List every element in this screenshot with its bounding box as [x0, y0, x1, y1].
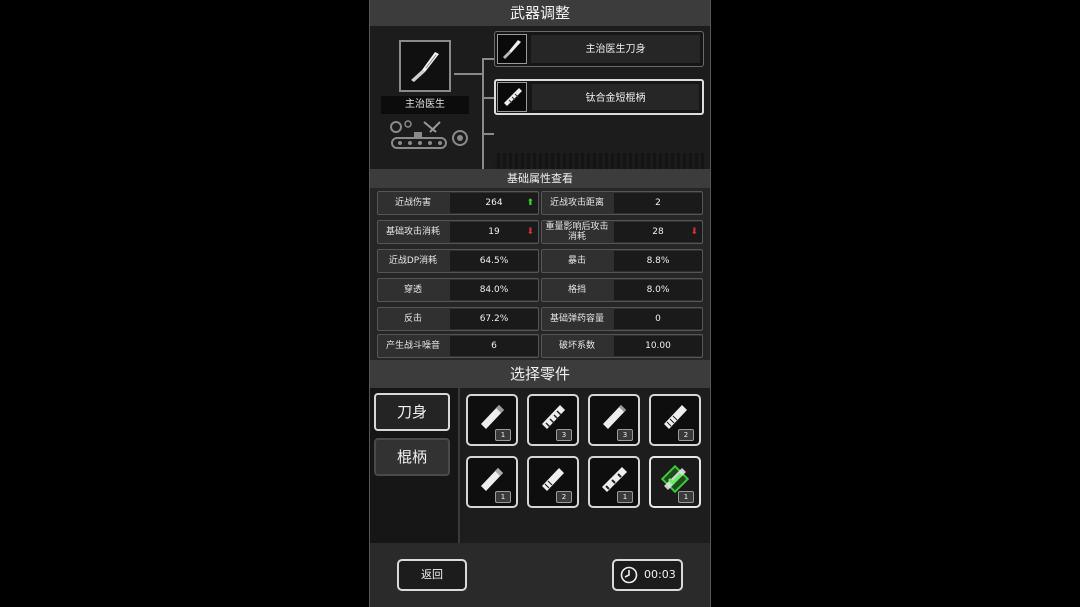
clock-icon: [620, 566, 638, 584]
stat-name: 基础弹药容量: [549, 314, 604, 324]
part-option[interactable]: 2: [649, 394, 701, 446]
part-count-badge: 1: [678, 491, 694, 503]
handle-icon: [497, 82, 527, 112]
part-option[interactable]: 3: [527, 394, 579, 446]
stat-cell: 穿透 84.0%: [377, 278, 539, 302]
stat-cell: 基础弹药容量 0: [541, 307, 703, 331]
stat-value: 64.5%: [450, 251, 538, 271]
part-count-badge: 1: [495, 491, 511, 503]
stat-name: 反击: [403, 314, 422, 324]
stat-name: 基础攻击消耗: [385, 227, 440, 237]
select-parts-title: 选择零件: [370, 360, 710, 389]
weapon-adjust-panel: 武器调整 主治医生 主治医生刀身 钛合金短棍柄 基础属性查看 近战伤害 264 …: [369, 0, 711, 607]
part-slot-label: 主治医生刀身: [531, 35, 700, 63]
stat-value: 0: [614, 309, 702, 329]
arrow-down-icon: ⬇: [526, 227, 534, 237]
part-option[interactable]: 2: [527, 456, 579, 508]
part-count-badge: 3: [617, 429, 633, 441]
scalpel-icon: [399, 40, 451, 92]
part-option[interactable]: 1: [466, 394, 518, 446]
weapon-overview: 主治医生 主治医生刀身 钛合金短棍柄: [370, 26, 710, 189]
stat-name: 近战攻击距离: [549, 198, 604, 208]
stat-value: 19 ⬇: [450, 222, 538, 242]
stat-cell: 破坏系数 10.00: [541, 334, 703, 358]
stat-value: 2: [614, 193, 702, 213]
part-slot-label: 钛合金短棍柄: [532, 84, 699, 110]
stat-cell: 重量影响后攻击消耗 28 ⬇: [541, 220, 703, 244]
category-tab-blade[interactable]: 刀身: [374, 393, 450, 431]
stat-name: 重量影响后攻击消耗: [545, 222, 609, 242]
handle-plain-icon: [603, 405, 626, 429]
part-count-badge: 1: [495, 429, 511, 441]
stat-cell: 反击 67.2%: [377, 307, 539, 331]
stat-value: 84.0%: [450, 280, 538, 300]
part-slot-blade[interactable]: 主治医生刀身: [494, 31, 704, 67]
back-button[interactable]: 返回: [397, 559, 467, 591]
stat-name: 近战伤害: [394, 198, 431, 208]
part-option[interactable]: 1: [588, 456, 640, 508]
stat-name: 近战DP消耗: [388, 256, 438, 266]
stats-grid: 近战伤害 264 ⬆ 近战攻击距离 2 基础攻击消耗 19 ⬇ 重量影响后攻击消耗 …: [370, 188, 710, 360]
stat-value: 264 ⬆: [450, 193, 538, 213]
stat-cell: 格挡 8.0%: [541, 278, 703, 302]
stat-name: 产生战斗噪音: [385, 341, 440, 351]
workshop-gears-icon: [390, 120, 468, 149]
weapon-name: 主治医生: [381, 96, 469, 114]
stat-value: 28 ⬇: [614, 222, 702, 242]
stat-value: 10.00: [614, 336, 702, 356]
handle-plain-icon: [481, 468, 503, 491]
stat-value: 8.0%: [614, 280, 702, 300]
handle-grip-icon: [542, 468, 564, 491]
part-count-badge: 1: [617, 491, 633, 503]
category-column: 刀身 棍柄: [370, 388, 460, 543]
stat-name: 格挡: [567, 285, 586, 295]
scalpel-blade-icon: [497, 34, 527, 64]
part-option[interactable]: 3: [588, 394, 640, 446]
stat-value: 6: [450, 336, 538, 356]
parts-selector: 刀身 棍柄 1 3 3 2 1 2 1 1: [370, 388, 710, 543]
tree-connector: [482, 58, 484, 170]
part-option[interactable]: 1: [466, 456, 518, 508]
timer-value: 00:03: [644, 568, 676, 581]
stat-cell: 近战伤害 264 ⬆: [377, 191, 539, 215]
part-count-badge: 3: [556, 429, 572, 441]
stat-name: 暴击: [567, 256, 586, 266]
footer-bar: 返回 00:03: [370, 543, 710, 607]
part-count-badge: 2: [556, 491, 572, 503]
part-slot-handle[interactable]: 钛合金短棍柄: [494, 79, 704, 115]
equipped-handle-icon: [660, 464, 690, 494]
category-tab-handle[interactable]: 棍柄: [374, 438, 450, 476]
stat-value: 67.2%: [450, 309, 538, 329]
handle-wrapped-icon: [602, 467, 627, 492]
tree-connector: [482, 97, 494, 99]
stat-cell: 近战DP消耗 64.5%: [377, 249, 539, 273]
part-count-badge: 2: [678, 429, 694, 441]
arrow-up-icon: ⬆: [526, 198, 534, 208]
stat-name: 破坏系数: [558, 341, 595, 351]
stat-cell: 基础攻击消耗 19 ⬇: [377, 220, 539, 244]
tree-connector: [482, 133, 494, 135]
arrow-down-icon: ⬇: [690, 227, 698, 237]
stat-name: 穿透: [403, 285, 422, 295]
stat-cell: 暴击 8.8%: [541, 249, 703, 273]
handle-grip-icon: [664, 405, 687, 429]
stat-cell: 产生战斗噪音 6: [377, 334, 539, 358]
part-option-equipped[interactable]: 1: [649, 456, 701, 508]
timer-button[interactable]: 00:03: [612, 559, 683, 591]
stats-title: 基础属性查看: [370, 169, 710, 189]
tree-connector: [454, 73, 482, 75]
tree-connector: [482, 58, 494, 60]
stat-value: 8.8%: [614, 251, 702, 271]
handle-plain-icon: [481, 405, 504, 429]
handle-wrapped-icon: [542, 405, 565, 429]
stat-cell: 近战攻击距离 2: [541, 191, 703, 215]
page-title: 武器调整: [370, 0, 710, 27]
